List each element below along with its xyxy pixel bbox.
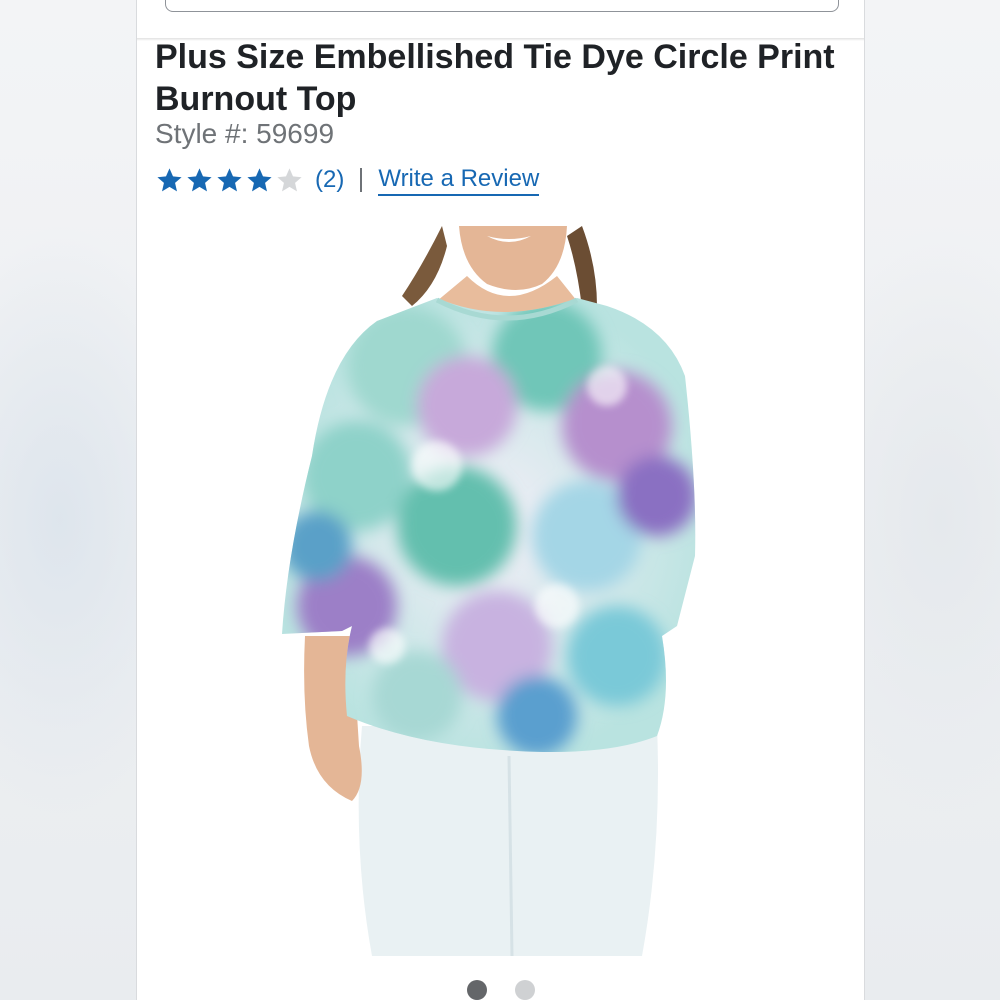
star-filled-icon <box>187 167 212 191</box>
product-image[interactable] <box>137 226 864 957</box>
product-page-panel: Plus Size Embellished Tie Dye Circle Pri… <box>137 0 864 1000</box>
product-photo-model <box>282 226 696 957</box>
star-filled-icon <box>157 167 182 191</box>
rating-row: (2) Write a Review <box>155 162 540 198</box>
carousel-dot-2[interactable] <box>515 980 535 1000</box>
star-filled-icon <box>217 167 242 191</box>
rating-divider <box>360 168 363 192</box>
carousel-dot-1[interactable] <box>467 980 487 1000</box>
search-input[interactable] <box>165 0 839 12</box>
review-count-link[interactable]: (2) <box>315 166 344 194</box>
style-number: Style #: 59699 <box>155 118 335 149</box>
product-title: Plus Size Embellished Tie Dye Circle Pri… <box>155 38 835 118</box>
star-empty-icon <box>277 167 302 191</box>
carousel-indicator <box>137 978 864 1000</box>
star-rating[interactable] <box>155 166 305 195</box>
write-review-link[interactable]: Write a Review <box>378 165 540 196</box>
star-filled-icon <box>247 167 272 191</box>
